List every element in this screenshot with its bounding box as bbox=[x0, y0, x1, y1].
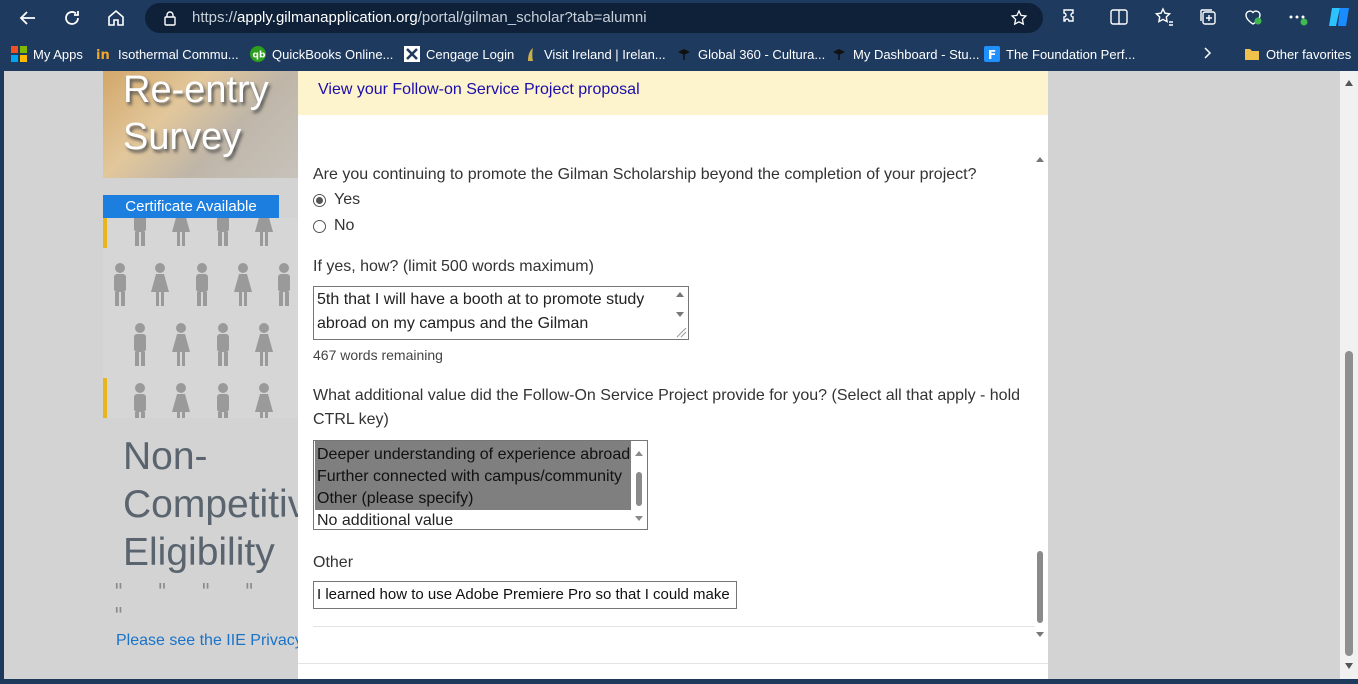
svg-text:F: F bbox=[988, 48, 996, 62]
ms-apps-icon bbox=[11, 46, 27, 62]
how-textarea[interactable]: 5th that I will have a booth at to promo… bbox=[313, 286, 689, 340]
svg-text:qb: qb bbox=[253, 51, 266, 61]
quickbooks-icon: qb bbox=[250, 46, 266, 62]
certificate-badge[interactable]: Certificate Available bbox=[103, 195, 279, 218]
divider bbox=[298, 663, 1048, 664]
favorite-star-icon[interactable] bbox=[1010, 9, 1028, 27]
isothermal-icon: in bbox=[96, 46, 112, 62]
additional-value-multiselect[interactable]: Deeper understanding of experience abroa… bbox=[313, 440, 648, 530]
divider bbox=[313, 626, 1035, 627]
form-scrollbar[interactable] bbox=[1034, 151, 1046, 646]
bookmark-isothermal[interactable]: in Isothermal Commu... bbox=[96, 45, 239, 63]
bookmark-my-apps[interactable]: My Apps bbox=[11, 45, 83, 63]
browser-chrome: https://apply.gilmanapplication.org/port… bbox=[0, 0, 1358, 71]
radio-no-circle[interactable] bbox=[313, 219, 326, 233]
cengage-icon bbox=[404, 46, 420, 62]
form-scroll-area: Are you continuing to promote the Gilman… bbox=[313, 151, 1035, 631]
view-proposal-link[interactable]: View your Follow-on Service Project prop… bbox=[318, 81, 640, 99]
collections-icon[interactable] bbox=[1197, 6, 1219, 28]
page-scrollbar[interactable] bbox=[1340, 71, 1358, 679]
back-arrow-icon bbox=[19, 11, 35, 25]
bookmark-quickbooks[interactable]: qb QuickBooks Online... bbox=[250, 45, 393, 63]
select-scrollbar[interactable] bbox=[631, 441, 647, 529]
bookmark-dashboard[interactable]: My Dashboard - Stu... bbox=[831, 45, 979, 63]
ireland-icon bbox=[522, 46, 538, 62]
other-text-input[interactable]: I learned how to use Adobe Premiere Pro … bbox=[313, 581, 737, 609]
how-textarea-value: 5th that I will have a booth at to promo… bbox=[317, 291, 645, 332]
value-option[interactable]: Further connected with campus/community bbox=[315, 466, 632, 488]
question-additional-value: What additional value did the Follow-On … bbox=[313, 384, 1020, 432]
lock-icon bbox=[164, 11, 176, 26]
survey-title-line2: Survey bbox=[123, 116, 242, 158]
value-option[interactable]: Other (please specify) bbox=[315, 488, 632, 510]
sidebar-panels: Re-entry Survey Certificate Available No… bbox=[4, 71, 380, 679]
home-button[interactable] bbox=[102, 4, 130, 32]
value-option[interactable]: Deeper understanding of experience abroa… bbox=[315, 444, 632, 466]
global360-icon bbox=[676, 46, 692, 62]
refresh-icon bbox=[65, 11, 79, 25]
value-option[interactable]: No additional value bbox=[315, 510, 632, 529]
foundation-icon: F bbox=[984, 46, 1000, 62]
url-text: https://apply.gilmanapplication.org/port… bbox=[192, 9, 647, 26]
favorites-icon[interactable] bbox=[1153, 6, 1175, 28]
folder-icon bbox=[1244, 46, 1260, 62]
radio-yes[interactable]: Yes bbox=[313, 191, 360, 209]
bookmark-cengage[interactable]: Cengage Login bbox=[404, 45, 514, 63]
radio-yes-label: Yes bbox=[334, 191, 361, 208]
copilot-icon[interactable] bbox=[1326, 4, 1352, 30]
settings-more-icon[interactable] bbox=[1286, 6, 1308, 28]
bookmark-other-favorites[interactable]: Other favorites bbox=[1244, 45, 1351, 63]
refresh-button[interactable] bbox=[58, 4, 86, 32]
dashboard-icon bbox=[831, 46, 847, 62]
back-button[interactable] bbox=[14, 4, 42, 32]
svg-text:in: in bbox=[96, 48, 110, 62]
reentry-survey-image[interactable]: Re-entry Survey bbox=[103, 71, 299, 178]
address-bar[interactable]: https://apply.gilmanapplication.org/port… bbox=[145, 3, 1043, 33]
proposal-banner: View your Follow-on Service Project prop… bbox=[298, 71, 1048, 115]
chevron-right-icon[interactable] bbox=[1200, 46, 1214, 60]
question-value-line1: What additional value did the Follow-On … bbox=[313, 387, 1021, 404]
bookmark-ireland[interactable]: Visit Ireland | Irelan... bbox=[522, 45, 666, 63]
words-remaining-count: 467 words remaining bbox=[313, 347, 443, 363]
browser-essentials-icon[interactable] bbox=[1242, 6, 1264, 28]
survey-title-line1: Re-entry bbox=[123, 71, 269, 111]
bookmark-global360[interactable]: Global 360 - Cultura... bbox=[676, 45, 825, 63]
radio-no[interactable]: No bbox=[313, 217, 354, 235]
bookmarks-bar: My Apps in Isothermal Commu... qb QuickB… bbox=[0, 38, 1358, 69]
other-label: Other bbox=[313, 554, 354, 571]
people-pattern-image bbox=[103, 218, 299, 418]
question-how: If yes, how? (limit 500 words maximum) bbox=[313, 258, 594, 275]
textarea-scrollbar[interactable] bbox=[673, 288, 687, 338]
follow-on-modal: View your Follow-on Service Project prop… bbox=[298, 71, 1048, 679]
radio-no-label: No bbox=[334, 217, 355, 234]
split-screen-icon[interactable] bbox=[1108, 6, 1130, 28]
extensions-icon[interactable] bbox=[1060, 6, 1082, 28]
quote-marks-decoration: " " " " " bbox=[114, 579, 268, 627]
home-icon bbox=[108, 9, 124, 26]
bookmark-foundation[interactable]: F The Foundation Perf... bbox=[984, 45, 1135, 63]
question-value-line2: CTRL key) bbox=[313, 411, 389, 428]
radio-yes-circle[interactable] bbox=[313, 193, 326, 207]
question-continue-promote: Are you continuing to promote the Gilman… bbox=[313, 166, 977, 183]
page-viewport: Re-entry Survey Certificate Available No… bbox=[4, 71, 1340, 679]
